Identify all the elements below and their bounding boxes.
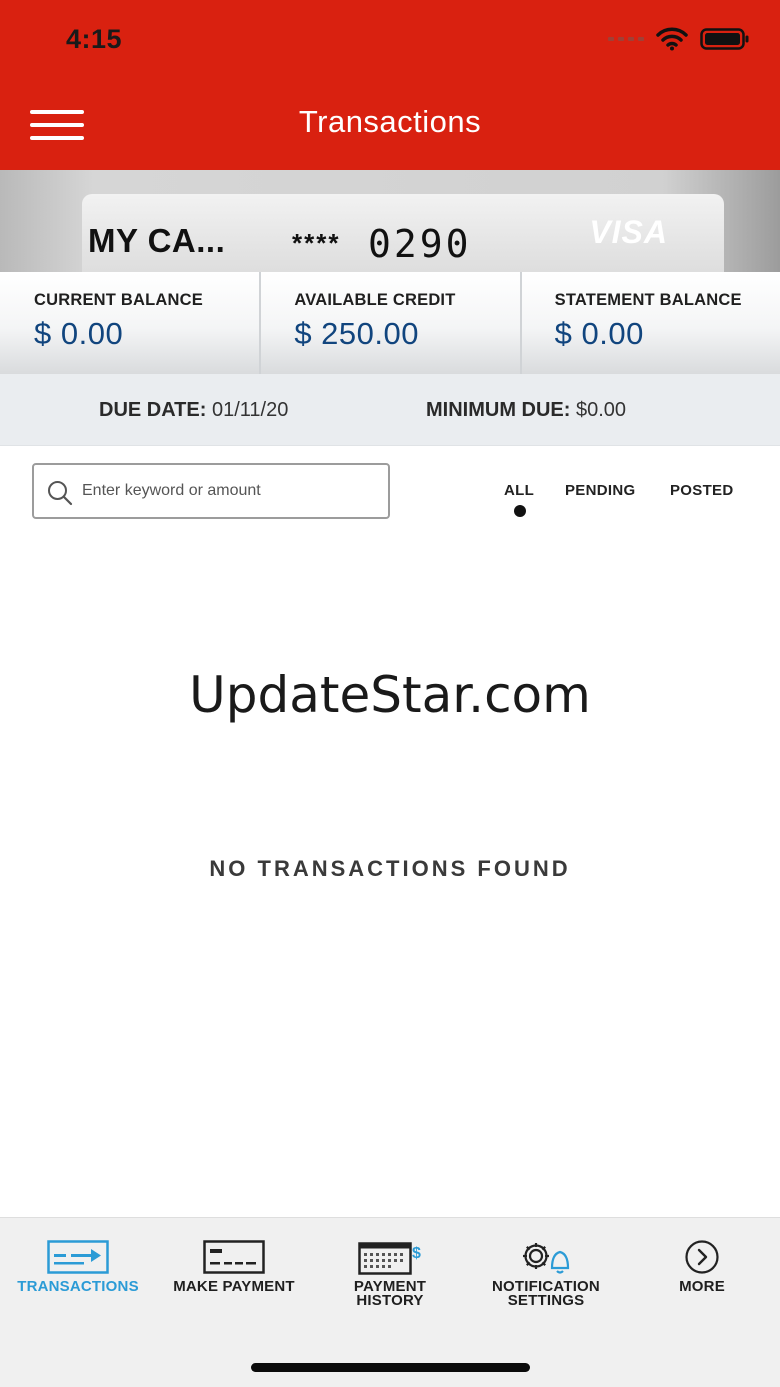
tab-label: TRANSACTIONS: [17, 1278, 139, 1295]
minimum-due-value: $0.00: [576, 399, 627, 421]
balance-label: STATEMENT BALANCE: [554, 291, 742, 309]
card-carousel[interactable]: MY CA... **** 0290 VISA: [0, 170, 780, 272]
watermark-text: UpdateStar.com: [189, 666, 591, 724]
card-name: MY CA...: [88, 222, 226, 259]
minimum-due: MINIMUM DUE: $0.00: [426, 399, 626, 422]
search-icon: [48, 481, 73, 506]
due-date-value: 01/11/20: [211, 399, 289, 421]
wifi-icon: [656, 27, 688, 51]
balance-summary: CURRENT BALANCE $ 0.00 AVAILABLE CREDIT …: [0, 272, 780, 374]
filter-posted[interactable]: POSTED: [670, 482, 733, 499]
notification-settings-icon: [523, 1243, 570, 1274]
filter-pending[interactable]: PENDING: [565, 482, 635, 499]
statement-balance: STATEMENT BALANCE $ 0.00: [519, 272, 780, 374]
tab-label: PAYMENT HISTORY: [353, 1278, 427, 1309]
balance-label: AVAILABLE CREDIT: [294, 291, 456, 309]
search-input[interactable]: [82, 467, 382, 515]
current-balance: CURRENT BALANCE $ 0.00: [0, 272, 259, 374]
more-icon: [685, 1240, 719, 1274]
tab-label: MAKE PAYMENT: [173, 1278, 295, 1295]
svg-text:$: $: [412, 1245, 421, 1262]
search-box[interactable]: [32, 463, 390, 519]
payment-history-icon: $: [358, 1242, 421, 1275]
make-payment-icon: [203, 1240, 265, 1274]
tab-make-payment[interactable]: MAKE PAYMENT: [156, 1218, 312, 1328]
filter-all[interactable]: ALL: [504, 482, 534, 499]
tab-label: MORE: [679, 1278, 725, 1295]
home-indicator[interactable]: [251, 1363, 530, 1372]
tab-transactions[interactable]: TRANSACTIONS: [0, 1218, 156, 1328]
due-date: DUE DATE: 01/11/20: [99, 399, 288, 422]
balance-value: $ 0.00: [34, 316, 124, 351]
transactions-icon: [47, 1240, 109, 1274]
tab-notification-settings[interactable]: NOTIFICATION SETTINGS: [468, 1218, 624, 1328]
selected-filter-indicator: [514, 505, 526, 517]
status-indicators: [608, 26, 750, 52]
minimum-due-label: MINIMUM DUE:: [426, 399, 571, 421]
card-last-four: 0290: [368, 222, 472, 266]
available-credit: AVAILABLE CREDIT $ 250.00: [259, 272, 519, 374]
visa-logo: VISA: [589, 214, 668, 250]
balance-value: $ 0.00: [554, 316, 644, 351]
tab-label: NOTIFICATION SETTINGS: [492, 1278, 600, 1309]
cellular-signal-icon: [608, 37, 644, 41]
balance-value: $ 250.00: [294, 316, 419, 351]
page-title: Transactions: [298, 104, 482, 139]
card-number-mask: ****: [292, 228, 341, 258]
tab-payment-history[interactable]: $ PAYMENT HISTORY: [312, 1218, 468, 1328]
due-info-bar: DUE DATE: 01/11/20 MINIMUM DUE: $0.00: [0, 374, 780, 446]
due-date-label: DUE DATE:: [99, 399, 207, 421]
status-time: 4:15: [66, 24, 123, 54]
battery-icon: [700, 27, 750, 51]
empty-state-message: NO TRANSACTIONS FOUND: [209, 856, 571, 881]
bottom-tab-bar: TRANSACTIONS MAKE PAYMENT $ PAYMENT HIST…: [0, 1217, 780, 1387]
app-header: 4:15 Transactions: [0, 0, 780, 170]
credit-card[interactable]: MY CA... **** 0290 VISA: [82, 194, 724, 272]
tab-more[interactable]: MORE: [624, 1218, 780, 1328]
balance-label: CURRENT BALANCE: [34, 291, 203, 309]
